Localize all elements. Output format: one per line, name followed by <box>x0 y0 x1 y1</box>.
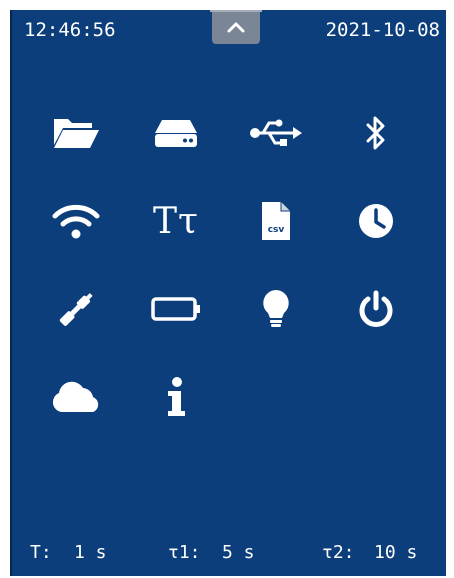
info-button[interactable] <box>136 362 216 432</box>
info-icon <box>168 377 185 416</box>
status-bar: 12:46:56 2021-10-08 <box>12 10 446 50</box>
probe-icon <box>59 293 93 326</box>
cloud-icon <box>52 381 99 412</box>
tau2-label: τ2: <box>322 542 355 563</box>
csv-label: csv <box>268 225 285 235</box>
clock-icon <box>359 204 393 238</box>
wifi-icon <box>52 204 100 239</box>
backlight-button[interactable] <box>236 274 316 344</box>
usb-icon <box>250 119 302 146</box>
power-icon <box>359 290 393 327</box>
clock-button[interactable] <box>336 186 416 256</box>
power-button[interactable] <box>336 274 416 344</box>
battery-button[interactable] <box>136 274 216 344</box>
t-label: T: <box>30 542 52 563</box>
storage-button[interactable] <box>136 98 216 168</box>
csv-export-button[interactable]: csv <box>236 186 316 256</box>
usb-button[interactable] <box>236 98 316 168</box>
chevron-up-icon <box>227 22 245 33</box>
wifi-button[interactable] <box>36 186 116 256</box>
text-settings-button[interactable]: Tτ <box>136 186 216 256</box>
screen: 12:46:56 2021-10-08 Tτ csv T: 1 s τ1: 5 … <box>12 10 446 576</box>
expand-up-button[interactable] <box>210 10 262 44</box>
storage-drive-icon <box>155 120 197 147</box>
tau1-label: τ1: <box>168 542 201 563</box>
battery-icon <box>151 297 200 321</box>
files-button[interactable] <box>36 98 116 168</box>
current-date: 2021-10-08 <box>325 19 440 41</box>
folder-open-icon <box>54 119 99 148</box>
measurement-footer: T: 1 s τ1: 5 s τ2: 10 s <box>12 528 446 576</box>
bluetooth-button[interactable] <box>336 98 416 168</box>
t-value: 1 s <box>74 542 107 563</box>
probe-button[interactable] <box>36 274 116 344</box>
tau1-value: 5 s <box>222 542 255 563</box>
lightbulb-icon <box>263 290 289 327</box>
tau2-value: 10 s <box>374 542 418 563</box>
device-frame: 12:46:56 2021-10-08 Tτ csv T: 1 s τ1: 5 … <box>0 0 454 578</box>
bluetooth-icon <box>366 116 385 150</box>
clock-time: 12:46:56 <box>24 19 116 41</box>
cloud-button[interactable] <box>36 362 116 432</box>
text-format-icon: Tτ <box>153 200 199 242</box>
csv-file-icon: csv <box>262 202 290 240</box>
